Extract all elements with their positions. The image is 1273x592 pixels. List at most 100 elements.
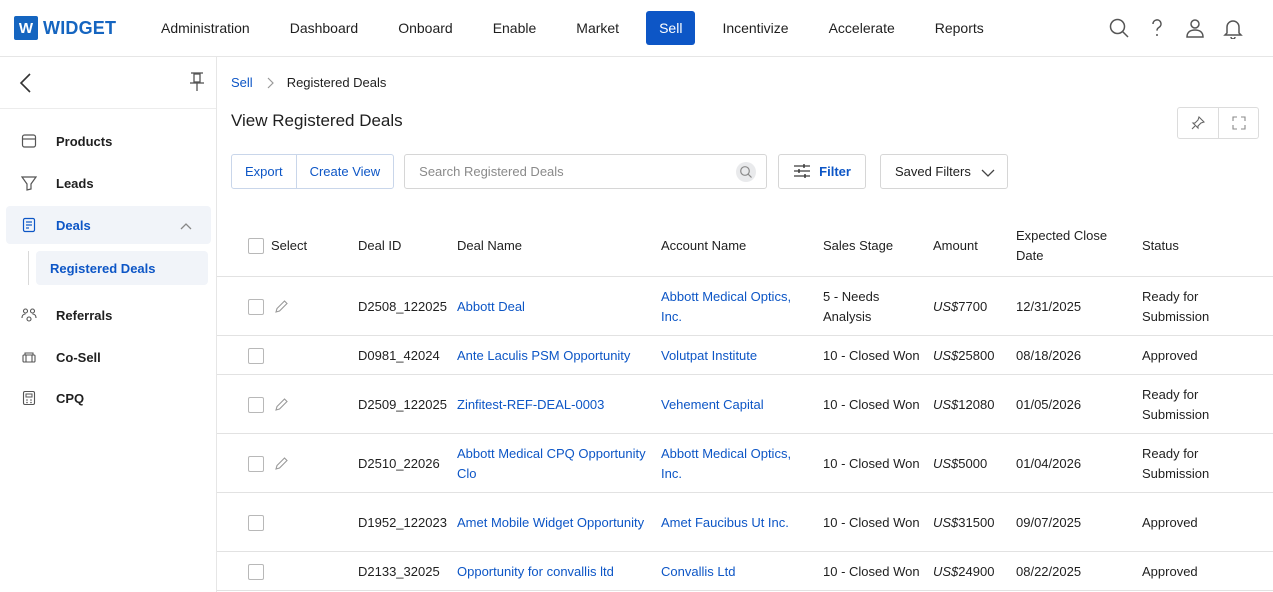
deal-name-link[interactable]: Amet Mobile Widget Opportunity <box>457 493 647 552</box>
amount-cell: US$ 25800 <box>933 336 994 375</box>
currency-label: US$ <box>933 298 959 314</box>
sales-stage-cell: 10 - Closed Won <box>823 347 920 363</box>
sidebar-item-deals[interactable]: Deals <box>6 206 211 244</box>
deal-name-link[interactable]: Ante Laculis PSM Opportunity <box>457 336 647 375</box>
row-checkbox[interactable] <box>248 396 264 413</box>
edit-pencil-icon[interactable] <box>273 397 289 413</box>
submenu-line <box>28 251 29 285</box>
table-row: D2509_122025 Zinfitest-REF-DEAL-0003 Vehem… <box>217 375 1273 434</box>
sales-stage-cell: 10 - Closed Won <box>823 563 920 579</box>
pin-icon[interactable] <box>188 71 206 93</box>
nav-item-dashboard[interactable]: Dashboard <box>277 11 372 45</box>
deal-name-link[interactable]: Opportunity for convallis ltd <box>457 552 647 591</box>
sidebar-item-label: Deals <box>56 217 91 233</box>
amount-value: 25800 <box>958 347 995 363</box>
breadcrumb-link-sell[interactable]: Sell <box>231 75 253 90</box>
close-date-cell: 08/22/2025 <box>1016 563 1082 579</box>
sidebar-item-leads[interactable]: Leads <box>6 164 211 202</box>
deal-name-link[interactable]: Abbott Deal <box>457 277 647 336</box>
sidebar-item-label: CPQ <box>56 390 85 406</box>
filter-button[interactable]: Filter <box>778 153 866 189</box>
row-checkbox[interactable] <box>248 455 264 472</box>
user-icon[interactable] <box>1181 14 1209 42</box>
account-name-link[interactable]: Volutpat Institute <box>661 336 811 375</box>
account-name-link[interactable]: Amet Faucibus Ut Inc. <box>661 493 811 552</box>
account-name-link[interactable]: Convallis Ltd <box>661 552 811 591</box>
filter-label: Filter <box>819 163 851 179</box>
table-row: D0981_42024 Ante Laculis PSM Opportunity V… <box>217 336 1273 375</box>
create-view-button[interactable]: Create View <box>295 154 394 188</box>
fullscreen-button[interactable] <box>1218 108 1258 138</box>
select-all-checkbox[interactable] <box>248 238 264 254</box>
edit-pencil-icon[interactable] <box>273 456 289 472</box>
search-icon[interactable] <box>736 161 757 182</box>
search-input[interactable] <box>405 154 726 188</box>
nav-item-market[interactable]: Market <box>563 11 632 45</box>
header-deal-id[interactable]: Deal ID <box>358 215 401 277</box>
header-expected-close-date[interactable]: Expected Close Date <box>1016 215 1126 277</box>
search-box <box>404 153 768 189</box>
referral-icon <box>20 306 38 324</box>
header-status[interactable]: Status <box>1142 215 1179 277</box>
account-name-link[interactable]: Vehement Capital <box>661 375 811 434</box>
sidebar-item-label: Referrals <box>56 307 113 323</box>
table-row: D1952_122023 Amet Mobile Widget Opportuni… <box>217 493 1273 552</box>
sidebar-item-referrals[interactable]: Referrals <box>6 296 211 334</box>
nav-item-sell[interactable]: Sell <box>646 11 696 45</box>
sidebar-item-co-sell[interactable]: Co-Sell <box>6 338 211 376</box>
close-date-cell: 01/05/2026 <box>1016 396 1082 412</box>
row-select-cell <box>248 375 289 434</box>
currency-label: US$ <box>933 347 959 363</box>
row-checkbox[interactable] <box>248 298 264 315</box>
nav-item-incentivize[interactable]: Incentivize <box>709 11 801 45</box>
header-select: Select <box>271 238 308 253</box>
logo-text: WIDGET <box>43 17 117 38</box>
nav-item-accelerate[interactable]: Accelerate <box>816 11 908 45</box>
deal-name-link[interactable]: Abbott Medical CPQ Opportunity Clo <box>457 434 647 493</box>
header-deal-name[interactable]: Deal Name <box>457 215 522 277</box>
table-row: D2510_22026 Abbott Medical CPQ Opportunit… <box>217 434 1273 493</box>
row-checkbox[interactable] <box>248 563 264 580</box>
saved-filters-dropdown[interactable]: Saved Filters <box>879 153 1008 189</box>
sidebar-item-products[interactable]: Products <box>6 122 211 160</box>
bell-icon[interactable] <box>1219 14 1247 42</box>
nav-item-enable[interactable]: Enable <box>480 11 550 45</box>
header-sales-stage[interactable]: Sales Stage <box>823 215 893 277</box>
status-cell: Ready for Submission <box>1142 386 1210 422</box>
amount-cell: US$ 5000 <box>933 434 987 493</box>
nav-item-administration[interactable]: Administration <box>148 11 263 45</box>
funnel-icon <box>20 174 38 192</box>
chevron-up-icon[interactable] <box>179 219 193 230</box>
app-logo[interactable]: W WIDGET <box>14 16 148 40</box>
close-date-cell: 08/18/2026 <box>1016 347 1082 363</box>
saved-filters-label: Saved Filters <box>894 163 971 179</box>
nav-item-onboard[interactable]: Onboard <box>385 11 465 45</box>
deal-name-link[interactable]: Zinfitest-REF-DEAL-0003 <box>457 375 647 434</box>
table-row: D2133_32025 Opportunity for convallis ltd… <box>217 552 1273 591</box>
status-cell: Ready for Submission <box>1142 288 1210 324</box>
main-content: Sell Registered Deals View Registered De… <box>217 57 1273 592</box>
row-checkbox[interactable] <box>248 347 264 364</box>
help-icon[interactable] <box>1143 14 1171 42</box>
edit-pencil-icon[interactable] <box>273 299 289 315</box>
amount-value: 7700 <box>958 298 988 314</box>
box-icon <box>20 132 38 150</box>
back-arrow-icon[interactable] <box>16 71 38 95</box>
account-name-link[interactable]: Abbott Medical Optics, Inc. <box>661 277 811 336</box>
header-amount[interactable]: Amount <box>933 215 978 277</box>
row-checkbox[interactable] <box>248 514 264 531</box>
status-cell: Ready for Submission <box>1142 445 1210 481</box>
currency-label: US$ <box>933 563 959 579</box>
pin-view-button[interactable] <box>1178 108 1218 138</box>
nav-item-reports[interactable]: Reports <box>922 11 997 45</box>
sidebar-item-cpq[interactable]: CPQ <box>6 379 211 417</box>
handshake-icon <box>20 348 38 366</box>
table-header: Select Deal ID Deal Name Account Name Sa… <box>217 215 1273 277</box>
deal-id-cell: D2510_22026 <box>358 455 440 471</box>
account-name-link[interactable]: Abbott Medical Optics, Inc. <box>661 434 811 493</box>
export-button[interactable]: Export <box>232 155 296 188</box>
search-icon[interactable] <box>1105 14 1133 42</box>
sidebar-subitem-registered-deals[interactable]: Registered Deals <box>36 251 208 285</box>
header-account-name[interactable]: Account Name <box>661 215 746 277</box>
status-cell: Approved <box>1142 347 1198 363</box>
